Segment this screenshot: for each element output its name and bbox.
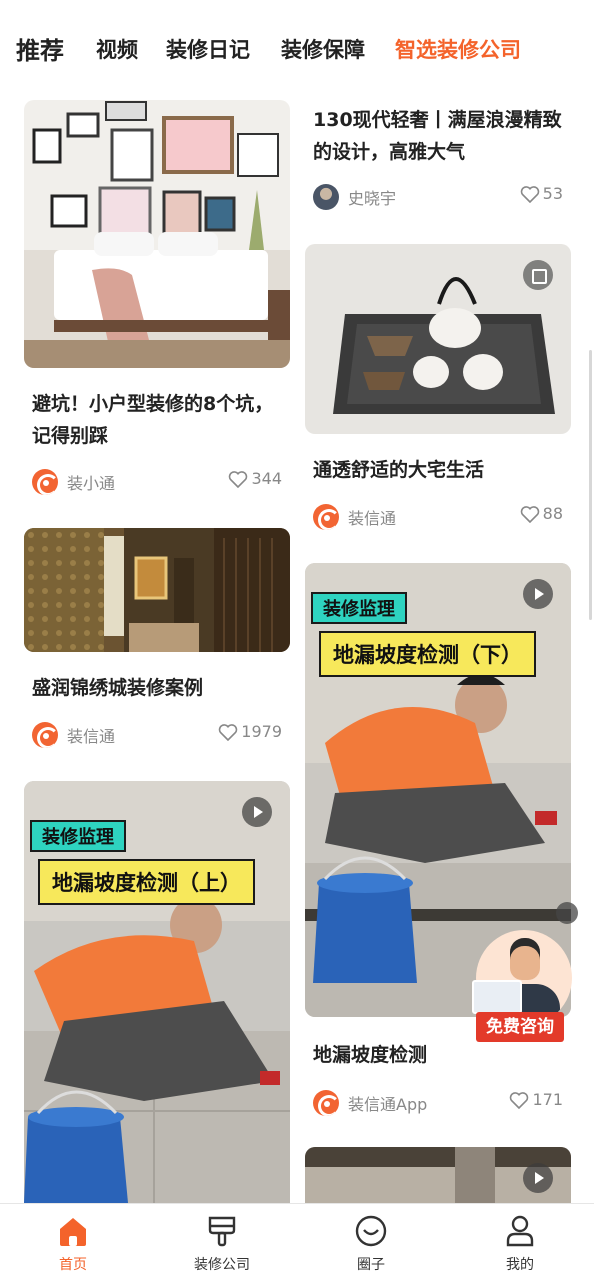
top-tab-bar: 推荐 视频 装修日记 装修保障 智选装修公司 — [0, 0, 594, 92]
author-avatar — [313, 184, 339, 210]
card-author: 装信通 — [313, 504, 396, 530]
tab-guarantee[interactable]: 装修保障 — [281, 34, 365, 64]
user-icon — [506, 1215, 534, 1247]
card-image-hallway — [24, 528, 290, 652]
free-consult-button[interactable]: 免费咨询 — [470, 930, 574, 1048]
heart-icon — [219, 723, 238, 741]
feed-card-video[interactable]: 装修监理 地漏坡度检测（上） — [24, 781, 290, 1203]
heart-icon — [520, 185, 539, 203]
author-logo-icon — [313, 504, 339, 530]
card-author: 装信通App — [313, 1090, 427, 1116]
like-button[interactable]: 88 — [520, 504, 563, 523]
card-title: 通透舒适的大宅生活 — [313, 459, 485, 481]
like-count: 171 — [532, 1090, 563, 1109]
brush-icon — [208, 1216, 236, 1247]
card-title: 130现代轻奢丨满屋浪漫精致的设计，高雅大气 — [313, 109, 562, 163]
like-button[interactable]: 171 — [509, 1090, 563, 1109]
card-title: 盛润锦绣城装修案例 — [32, 677, 204, 699]
free-consult-label: 免费咨询 — [476, 1012, 564, 1042]
nav-label: 装修公司 — [194, 1257, 250, 1273]
overlay-tag: 装修监理 — [30, 820, 126, 852]
card-image-bedroom — [24, 100, 290, 368]
feed-card-video[interactable] — [305, 1147, 571, 1203]
nav-me[interactable]: 我的 — [460, 1204, 580, 1280]
scrollbar[interactable] — [589, 350, 592, 620]
tab-recommend[interactable]: 推荐 — [16, 31, 64, 66]
author-name: 装信通 — [67, 727, 116, 746]
play-icon — [242, 797, 272, 827]
nav-circle[interactable]: 圈子 — [311, 1204, 431, 1280]
nav-companies[interactable]: 装修公司 — [162, 1204, 282, 1280]
author-name: 装信通 — [348, 509, 397, 528]
bottom-nav: 首页 装修公司 圈子 我的 — [0, 1203, 594, 1280]
like-count: 344 — [251, 469, 282, 488]
album-icon — [523, 260, 553, 290]
scroll-handle[interactable] — [556, 902, 578, 924]
feed-card[interactable]: 盛润锦绣城装修案例 装信通 1979 — [24, 528, 290, 758]
card-author: 装信通 — [32, 722, 115, 748]
heart-icon — [510, 1091, 529, 1109]
feed-card[interactable]: 避坑！小户型装修的8个坑，记得别踩 装小通 344 — [24, 100, 290, 510]
overlay-tag: 装修监理 — [311, 592, 407, 624]
play-icon — [523, 579, 553, 609]
nav-label: 我的 — [506, 1257, 534, 1273]
like-button[interactable]: 53 — [520, 184, 563, 203]
nav-label: 首页 — [59, 1257, 87, 1273]
author-logo-icon — [32, 469, 58, 495]
like-button[interactable]: 1979 — [218, 722, 282, 741]
tab-diary[interactable]: 装修日记 — [166, 34, 250, 64]
feed-card[interactable]: 通透舒适的大宅生活 装信通 88 — [305, 244, 571, 534]
laptop-icon — [472, 980, 522, 1014]
author-name: 史晓宇 — [348, 189, 397, 208]
card-author: 装小通 — [32, 469, 115, 495]
tab-select-company[interactable]: 智选装修公司 — [395, 34, 521, 64]
like-count: 88 — [542, 504, 563, 523]
overlay-headline: 地漏坡度检测（下） — [319, 631, 536, 677]
author-name: 装信通App — [348, 1095, 428, 1114]
tab-video[interactable]: 视频 — [96, 34, 138, 64]
like-count: 1979 — [241, 722, 282, 741]
overlay-headline: 地漏坡度检测（上） — [38, 859, 255, 905]
card-title: 避坑！小户型装修的8个坑，记得别踩 — [32, 393, 274, 447]
like-button[interactable]: 344 — [228, 469, 282, 488]
nav-home[interactable]: 首页 — [13, 1204, 133, 1280]
like-count: 53 — [542, 184, 563, 203]
heart-icon — [229, 470, 248, 488]
nav-label: 圈子 — [357, 1257, 385, 1273]
play-icon — [523, 1163, 553, 1193]
author-logo-icon — [313, 1090, 339, 1116]
feed-card[interactable]: 130现代轻奢丨满屋浪漫精致的设计，高雅大气 史晓宇 53 — [305, 100, 571, 220]
author-name: 装小通 — [67, 474, 116, 493]
home-icon — [60, 1218, 86, 1246]
author-logo-icon — [32, 722, 58, 748]
heart-icon — [520, 505, 539, 523]
smile-circle-icon — [355, 1215, 387, 1247]
card-author: 史晓宇 — [313, 184, 396, 210]
